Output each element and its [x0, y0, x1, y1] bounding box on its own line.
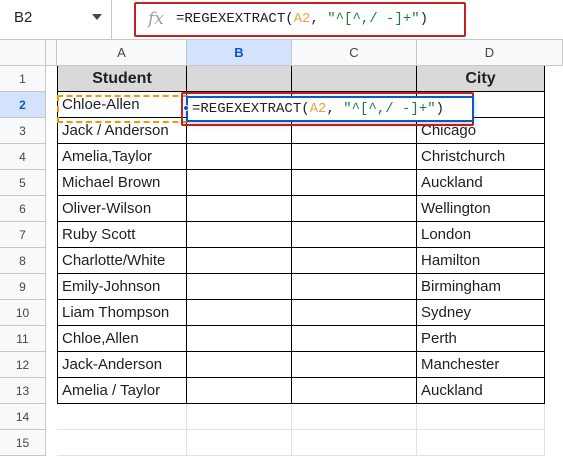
city-cell[interactable]: Christchurch	[417, 144, 545, 170]
student-cell[interactable]: Amelia,Taylor	[57, 144, 187, 170]
extract-cell[interactable]	[187, 300, 292, 326]
empty-cell[interactable]	[417, 404, 545, 430]
formula-text: =REGEXEXTRACT(A2, "^[^,/ -]+")	[176, 11, 429, 27]
row-header-2[interactable]: 2	[0, 92, 46, 118]
editor-text: =REGEXEXTRACT(A2, "^[^,/ -]+")	[192, 101, 445, 117]
row-header-3[interactable]: 3	[0, 118, 46, 144]
column-header-b[interactable]: B	[187, 40, 292, 66]
extract-cell[interactable]	[187, 248, 292, 274]
header-cell-b[interactable]	[187, 66, 292, 92]
header-cell-student[interactable]: Student	[57, 66, 187, 92]
select-all-corner[interactable]	[0, 40, 46, 66]
student-cell[interactable]: Michael Brown	[57, 170, 187, 196]
name-box[interactable]: B2	[0, 0, 112, 40]
city-cell[interactable]: London	[417, 222, 545, 248]
empty-cell[interactable]	[292, 404, 417, 430]
student-cell[interactable]: Amelia / Taylor	[57, 378, 187, 404]
chevron-down-icon[interactable]	[92, 14, 102, 20]
city-cell[interactable]: Perth	[417, 326, 545, 352]
empty-cell[interactable]	[292, 222, 417, 248]
empty-cell[interactable]	[292, 248, 417, 274]
extract-cell[interactable]	[187, 352, 292, 378]
empty-cell[interactable]	[292, 170, 417, 196]
row-header-6[interactable]: 6	[0, 196, 46, 222]
city-cell[interactable]: Birmingham	[417, 274, 545, 300]
column-header-gap	[46, 40, 57, 66]
copy-marquee	[57, 95, 188, 123]
empty-cell[interactable]	[187, 430, 292, 456]
empty-cell[interactable]	[292, 144, 417, 170]
fx-icon: fx	[148, 9, 164, 29]
empty-cell[interactable]	[292, 196, 417, 222]
city-cell[interactable]: Sydney	[417, 300, 545, 326]
row-header-4[interactable]: 4	[0, 144, 46, 170]
city-cell[interactable]: Hamilton	[417, 248, 545, 274]
row-header-12[interactable]: 12	[0, 352, 46, 378]
empty-cell[interactable]	[292, 274, 417, 300]
city-cell[interactable]: Auckland	[417, 378, 545, 404]
student-cell[interactable]: Emily-Johnson	[57, 274, 187, 300]
student-cell[interactable]: Chloe,Allen	[57, 326, 187, 352]
row-header-10[interactable]: 10	[0, 300, 46, 326]
extract-cell[interactable]	[187, 222, 292, 248]
extract-cell[interactable]	[187, 170, 292, 196]
selection-handle[interactable]	[183, 105, 189, 111]
empty-cell[interactable]	[292, 352, 417, 378]
row-header-11[interactable]: 11	[0, 326, 46, 352]
extract-cell[interactable]	[187, 274, 292, 300]
empty-cell[interactable]	[292, 300, 417, 326]
row-header-1[interactable]: 1	[0, 66, 46, 92]
empty-cell[interactable]	[187, 404, 292, 430]
active-cell-editor[interactable]: =REGEXEXTRACT(A2, "^[^,/ -]+")	[186, 96, 474, 122]
empty-cell[interactable]	[292, 326, 417, 352]
row-header-9[interactable]: 9	[0, 274, 46, 300]
row-header-7[interactable]: 7	[0, 222, 46, 248]
student-cell[interactable]: Ruby Scott	[57, 222, 187, 248]
row-header-13[interactable]: 13	[0, 378, 46, 404]
formula-bar-row: B2 fx =REGEXEXTRACT(A2, "^[^,/ -]+")	[0, 0, 563, 40]
column-header-a[interactable]: A	[57, 40, 187, 66]
student-cell[interactable]: Charlotte/White	[57, 248, 187, 274]
empty-cell[interactable]	[57, 430, 187, 456]
row-header-15[interactable]: 15	[0, 430, 46, 456]
city-cell[interactable]: Wellington	[417, 196, 545, 222]
student-cell[interactable]: Oliver-Wilson	[57, 196, 187, 222]
empty-cell[interactable]	[292, 378, 417, 404]
header-cell-city[interactable]: City	[417, 66, 545, 92]
header-cell-c[interactable]	[292, 66, 417, 92]
extract-cell[interactable]	[187, 326, 292, 352]
column-header-c[interactable]: C	[292, 40, 417, 66]
row-header-8[interactable]: 8	[0, 248, 46, 274]
empty-cell[interactable]	[57, 404, 187, 430]
city-cell[interactable]: Auckland	[417, 170, 545, 196]
student-cell[interactable]: Jack-Anderson	[57, 352, 187, 378]
city-cell[interactable]: Manchester	[417, 352, 545, 378]
formula-input[interactable]: fx =REGEXEXTRACT(A2, "^[^,/ -]+")	[134, 2, 466, 37]
extract-cell[interactable]	[187, 144, 292, 170]
column-header-d[interactable]: D	[417, 40, 563, 66]
empty-cell[interactable]	[417, 430, 545, 456]
row-header-5[interactable]: 5	[0, 170, 46, 196]
student-cell[interactable]: Liam Thompson	[57, 300, 187, 326]
extract-cell[interactable]	[187, 378, 292, 404]
row-header-14[interactable]: 14	[0, 404, 46, 430]
name-box-value: B2	[14, 9, 33, 26]
empty-cell[interactable]	[292, 430, 417, 456]
extract-cell[interactable]	[187, 196, 292, 222]
